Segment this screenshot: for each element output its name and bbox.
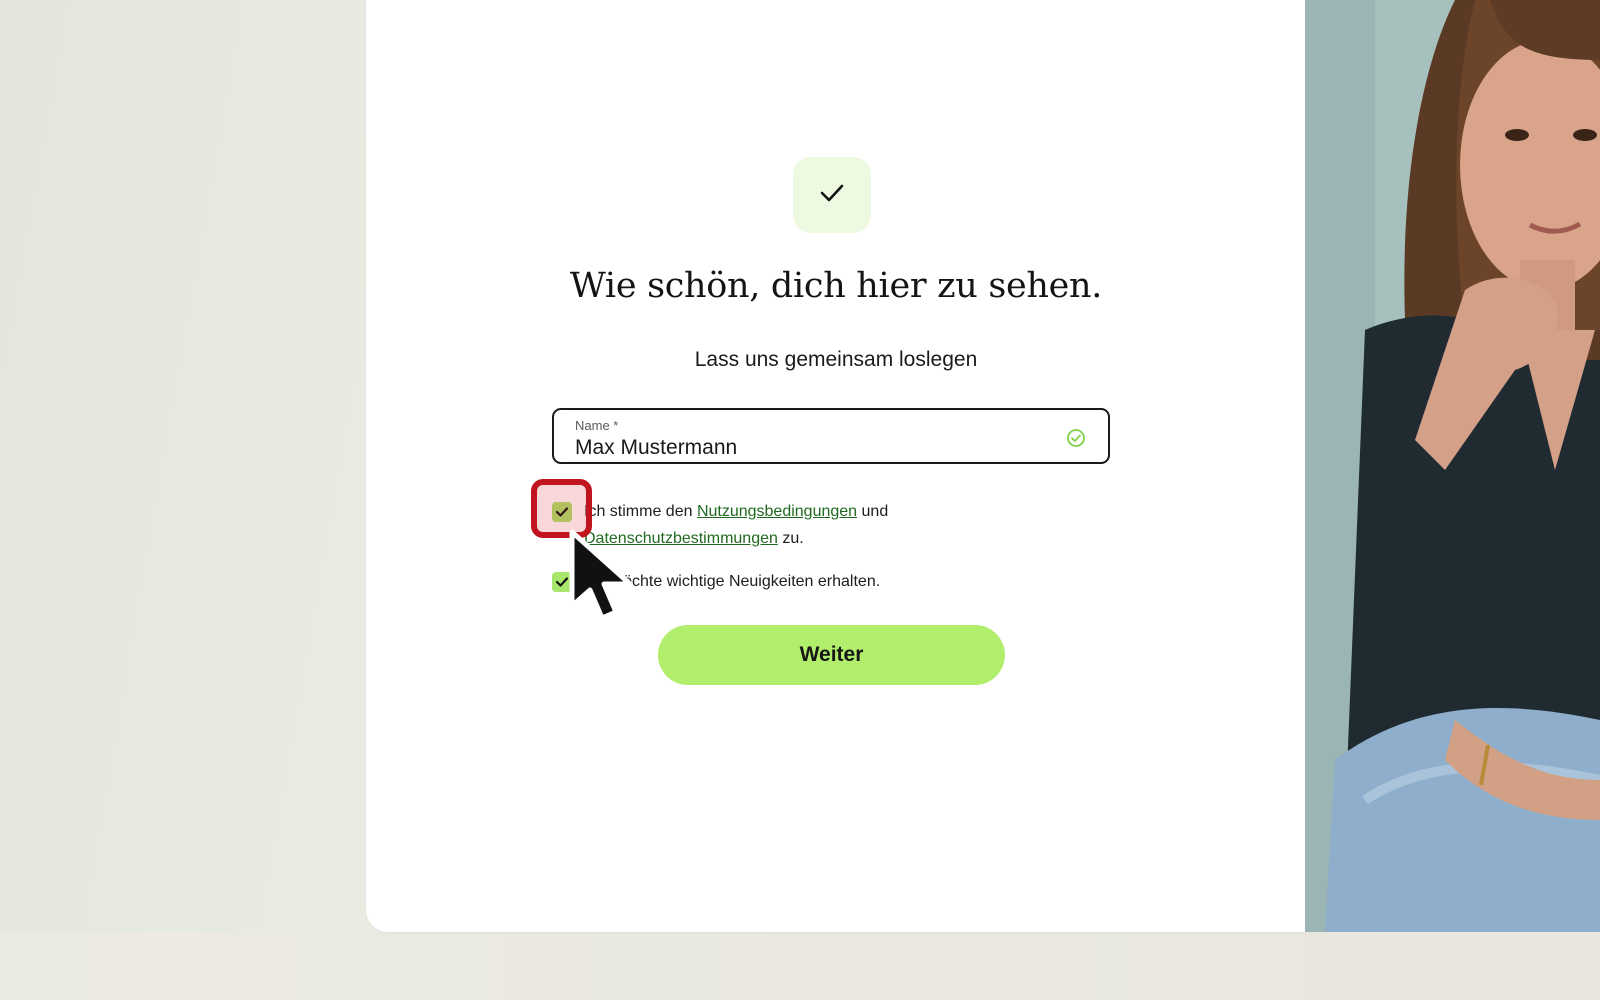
terms-text-before: Ich stimme den — [584, 503, 697, 520]
page-title: Wie schön, dich hier zu sehen. — [569, 266, 1103, 306]
check-circle-icon — [1066, 428, 1086, 453]
signup-card — [366, 0, 1306, 932]
name-input[interactable] — [575, 436, 1035, 460]
portrait-photo — [1305, 0, 1600, 932]
success-badge — [793, 157, 871, 233]
terms-of-use-link[interactable]: Nutzungsbedingungen — [697, 503, 857, 520]
page-subtitle: Lass uns gemeinsam loslegen — [694, 348, 978, 371]
name-field[interactable]: Name * — [552, 408, 1110, 464]
checkmark-icon — [819, 182, 845, 209]
page-background-band — [0, 932, 1600, 1000]
terms-text-middle: und — [857, 503, 889, 520]
continue-button[interactable]: Weiter — [658, 625, 1005, 685]
terms-text-after: zu. — [777, 530, 804, 547]
name-field-label: Name * — [575, 418, 619, 433]
mouse-cursor-icon — [566, 528, 642, 629]
